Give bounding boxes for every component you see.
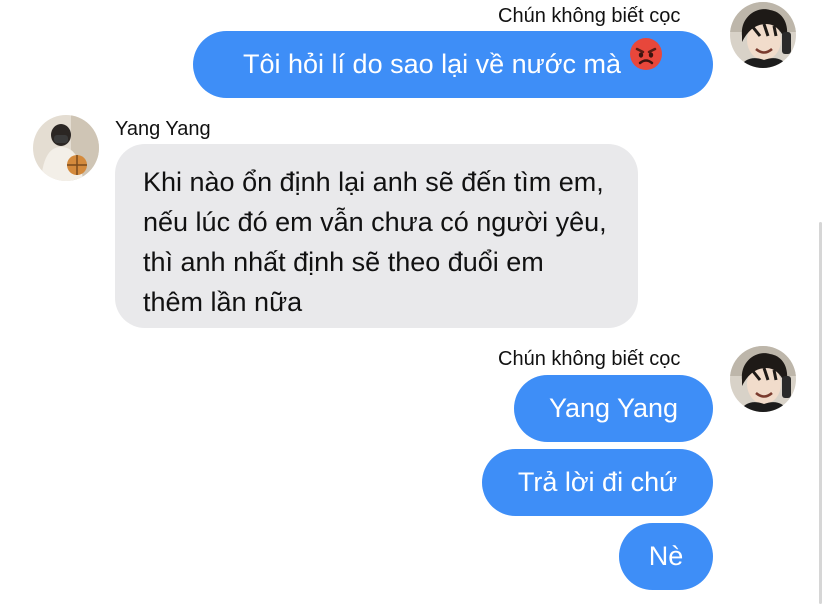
avatar[interactable] [730,2,796,68]
avatar-photo-icon [730,2,796,68]
message-text: Tôi hỏi lí do sao lại về nước mà [243,49,621,79]
avatar[interactable] [730,346,796,412]
avatar-photo-icon [33,115,99,181]
message-text: Khi nào ổn định lại anh sẽ đến tìm em, n… [143,167,607,317]
sender-name: Chún không biết cọc [498,348,681,370]
angry-face-icon [629,29,663,96]
avatar[interactable] [33,115,99,181]
message-text: Yang Yang [548,393,679,423]
sender-name: Yang Yang [115,118,211,140]
incoming-message-bubble[interactable]: Khi nào ổn định lại anh sẽ đến tìm em, n… [115,144,638,328]
sender-name: Chún không biết cọc [498,5,681,27]
message-text: Trả lời đi chứ [517,467,678,497]
message-text: Nè [648,541,684,571]
outgoing-message-bubble[interactable]: Trả lời đi chứ [482,449,713,516]
outgoing-message-bubble[interactable]: Nè [619,523,713,590]
scrollbar[interactable] [819,222,822,604]
avatar-photo-icon [730,346,796,412]
outgoing-message-bubble[interactable]: Tôi hỏi lí do sao lại về nước mà [193,31,713,98]
chat-thread[interactable]: Chún không biết cọc Tôi hỏi lí do sao lạ… [0,0,828,604]
outgoing-message-bubble[interactable]: Yang Yang [514,375,713,442]
